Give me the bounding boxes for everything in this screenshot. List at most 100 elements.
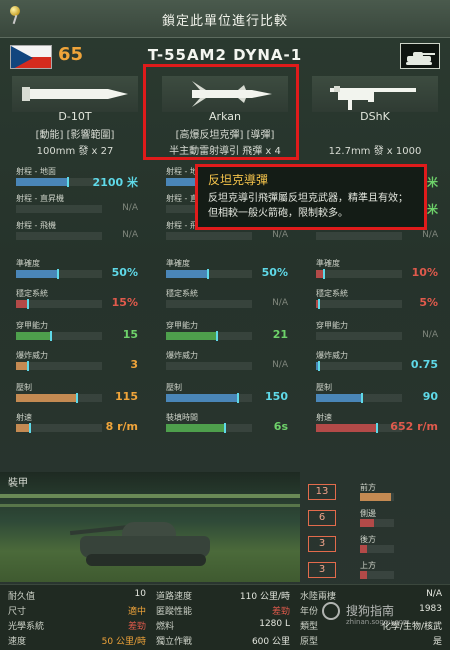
stat-label: 穿甲能力 — [16, 321, 48, 330]
stat-marker — [26, 361, 29, 371]
info-value: 是 — [432, 637, 442, 647]
stat-marker — [224, 423, 227, 433]
title-bar: 鎖定此單位進行比較 — [0, 0, 450, 38]
info-row: 原型 是 — [300, 634, 442, 647]
stat-marker — [318, 299, 321, 309]
info-row: 匿蹤性能 差勁 — [156, 604, 290, 617]
stat-bar — [316, 361, 402, 371]
info-value: 50 公里/時 — [101, 637, 146, 647]
stat-cell: 射程 - 飛機 N/A — [0, 218, 146, 245]
stat-cell: 穿甲能力 N/A — [300, 318, 446, 345]
stat-marker — [318, 361, 321, 371]
info-key: 原型 — [300, 637, 319, 647]
info-value: 差勁 — [271, 607, 290, 617]
cannon-round-icon — [12, 76, 138, 112]
stat-value: 50% — [261, 266, 288, 279]
machine-gun-icon — [312, 76, 438, 112]
stat-value: 6s — [273, 420, 288, 433]
stat-marker — [207, 269, 209, 279]
stat-marker — [50, 331, 53, 341]
stat-label: 射速 — [16, 413, 32, 422]
stat-bar — [16, 205, 102, 213]
stat-marker — [361, 393, 364, 403]
info-row: 速度 50 公里/時 — [8, 634, 146, 647]
stat-label: 爆炸威力 — [166, 351, 198, 360]
stat-cell: 射程 - 地面 2100 米 — [0, 164, 146, 191]
info-key: 類型 — [300, 622, 319, 632]
stat-label: 射程 - 直昇機 — [16, 194, 64, 203]
stat-cell: 準確度 50% — [0, 256, 146, 283]
armor-row: 3 上方 — [308, 561, 450, 580]
info-key: 光學系統 — [8, 622, 45, 632]
stat-value: N/A — [272, 298, 288, 308]
armor-side: 前方 — [360, 483, 376, 492]
watermark-logo-icon — [322, 602, 340, 620]
armor-fill — [360, 571, 368, 579]
stat-value: N/A — [272, 360, 288, 370]
stat-value: 0.75 — [410, 358, 438, 371]
stat-bar — [166, 269, 252, 279]
stat-label: 準確度 — [166, 259, 190, 268]
stat-label: 爆炸威力 — [16, 351, 48, 360]
stat-label: 裝填時間 — [166, 413, 198, 422]
stat-marker — [375, 423, 378, 433]
stat-cell: 壓制 150 — [150, 380, 296, 407]
tooltip-title: 反坦克導彈 — [208, 173, 269, 187]
stat-cell: 爆炸威力 0.75 — [300, 348, 446, 375]
weapon-dshk[interactable]: DShK 12.7mm 發 x 1000 — [300, 74, 450, 164]
battle-rating: 65 — [58, 44, 84, 65]
tooltip-atgm: 反坦克導彈 反坦克導引飛彈屬反坦克武器，精準且有效；但相較一般火箭砲，限制較多。 — [195, 164, 427, 230]
stat-cell: 準確度 10% — [300, 256, 446, 283]
stat-fill — [166, 270, 209, 278]
armor-value: 13 — [308, 484, 336, 500]
stat-cell: 裝填時間 6s — [150, 410, 296, 437]
info-value: 適中 — [127, 607, 146, 617]
stat-cell: 穿甲能力 15 — [0, 318, 146, 345]
stat-marker — [67, 177, 70, 187]
stat-fill — [316, 394, 364, 402]
stat-cell: 穩定系統 15% — [0, 286, 146, 313]
window-title: 鎖定此單位進行比較 — [161, 14, 288, 29]
stat-cell: 爆炸威力 N/A — [150, 348, 296, 375]
tank-model-icon — [69, 512, 220, 572]
stat-cell: 穩定系統 N/A — [150, 286, 296, 313]
stat-bar — [166, 331, 252, 341]
armor-bar — [360, 519, 394, 527]
stat-bar — [16, 269, 102, 279]
stat-label: 壓制 — [16, 383, 32, 392]
armor-fill — [360, 519, 375, 527]
stat-fill — [166, 332, 218, 340]
stat-cell: 壓制 90 — [300, 380, 446, 407]
stat-marker — [237, 393, 240, 403]
stat-fill — [16, 270, 59, 278]
stat-cell: 射速 8 r/m — [0, 410, 146, 437]
armor-bar — [360, 545, 394, 553]
stat-cell: 射速 652 r/m — [300, 410, 446, 437]
vehicle-name: T-55AM2 DYNA-1 — [147, 46, 303, 64]
stat-bar — [316, 299, 402, 309]
weapon-name: DShK — [360, 110, 390, 123]
stat-value: 2100 米 — [92, 176, 138, 189]
stat-bar — [316, 423, 402, 433]
tank-preview — [0, 472, 300, 582]
stat-value: 150 — [265, 390, 288, 403]
weapon-d10t[interactable]: D-10T [動能] [影響範圍] 100mm 發 x 27 — [0, 74, 150, 164]
stat-fill — [166, 394, 240, 402]
stat-value: N/A — [122, 203, 138, 213]
stat-label: 壓制 — [316, 383, 332, 392]
stat-label: 穿甲能力 — [316, 321, 348, 330]
info-key: 燃料 — [156, 622, 175, 632]
stat-value: 5% — [419, 296, 438, 309]
stat-bar — [316, 332, 402, 340]
stat-label: 爆炸威力 — [316, 351, 348, 360]
armor-value: 3 — [308, 562, 336, 578]
stat-label: 準確度 — [16, 259, 40, 268]
armor-bar — [360, 493, 394, 501]
armor-bar — [360, 571, 394, 579]
stat-value: 50% — [111, 266, 138, 279]
stat-value: 115 — [115, 390, 138, 403]
armor-fill — [360, 545, 368, 553]
stat-label: 穿甲能力 — [166, 321, 198, 330]
comparison-panel: 鎖定此單位進行比較 65 T-55AM2 DYNA-1 D-10T [動能] [… — [0, 0, 450, 650]
stat-label: 穩定系統 — [166, 289, 198, 298]
